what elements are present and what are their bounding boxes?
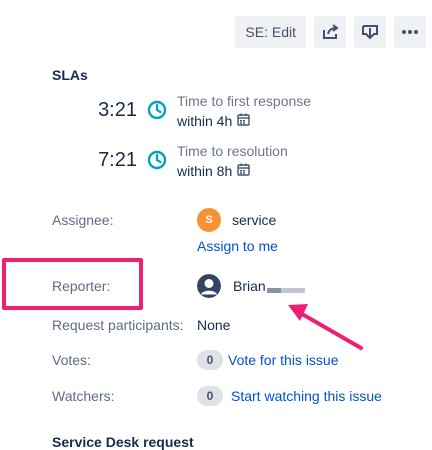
annotation-arrow xyxy=(288,304,363,350)
